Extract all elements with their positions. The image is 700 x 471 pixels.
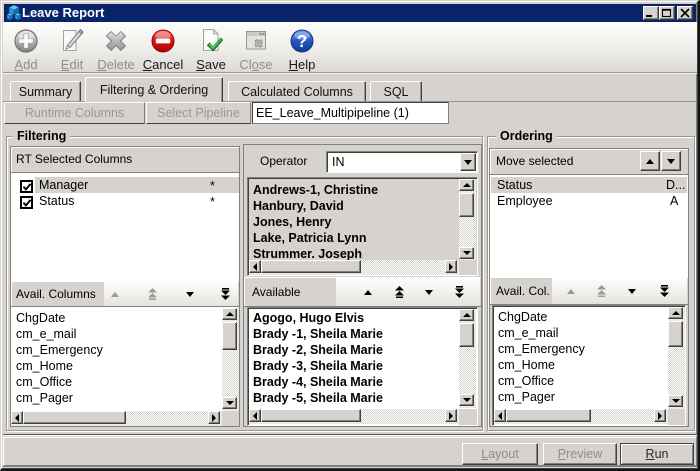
svg-text:?: ? bbox=[297, 31, 308, 51]
